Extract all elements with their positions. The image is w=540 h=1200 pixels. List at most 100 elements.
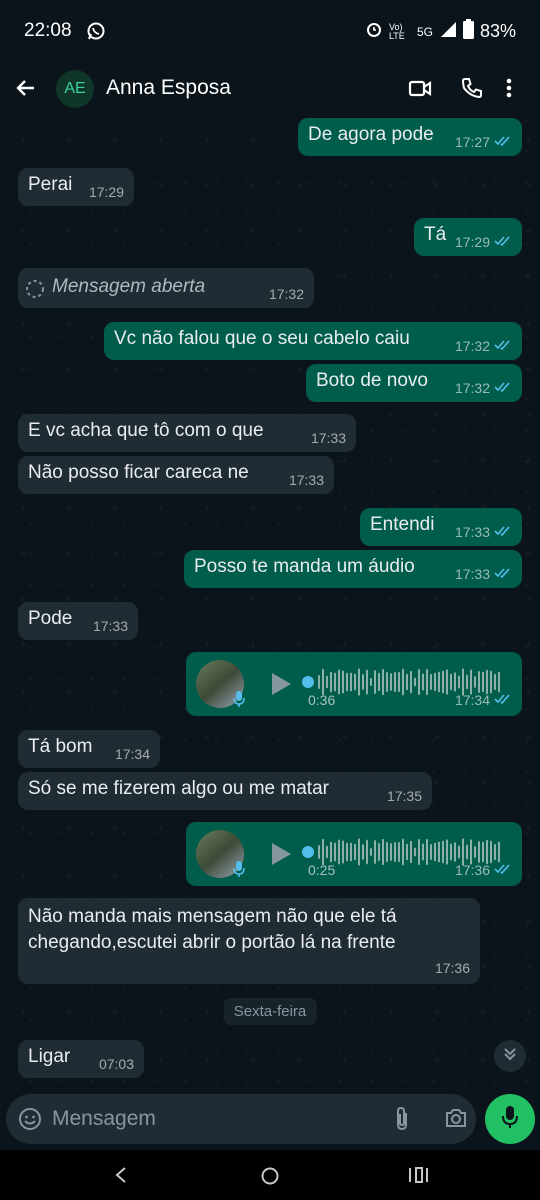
message-bubble-incoming[interactable]: Perai 17:29	[18, 168, 134, 206]
voice-call-icon[interactable]	[460, 76, 484, 105]
waveform-bar	[426, 668, 428, 696]
message-text: Ligar	[28, 1046, 71, 1067]
voice-message-bubble[interactable]: 0:25 17:36	[186, 822, 522, 886]
battery-percent: 83%	[479, 21, 516, 41]
waveform-bar	[454, 672, 456, 692]
message-bubble-incoming[interactable]: Pode 17:33	[18, 602, 138, 640]
playback-scrubber[interactable]	[302, 846, 314, 858]
waveform-bar	[486, 839, 488, 865]
message-composer[interactable]: Mensagem	[6, 1094, 476, 1144]
message-list[interactable]: De agora pode 17:27 Perai 17:29 Tá 17:29…	[0, 116, 540, 1092]
message-text: Posso te manda um áudio	[194, 556, 415, 577]
read-ticks-icon	[494, 862, 512, 878]
message-bubble-outgoing[interactable]: Entendi 17:33	[360, 508, 522, 546]
message-text: Não posso ficar careca ne	[28, 462, 249, 483]
message-bubble-outgoing[interactable]: Boto de novo 17:32	[306, 364, 522, 402]
message-bubble-incoming[interactable]: Não manda mais mensagem não que ele tá c…	[18, 898, 480, 984]
play-icon[interactable]	[270, 842, 292, 872]
playback-scrubber[interactable]	[302, 676, 314, 688]
message-bubble-incoming[interactable]: Só se me fizerem algo ou me matar 17:35	[18, 772, 432, 810]
message-time: 17:35	[386, 788, 422, 804]
waveform-bar	[490, 670, 492, 694]
read-ticks-icon	[494, 524, 512, 540]
message-bubble-incoming[interactable]: E vc acha que tô com o que 17:33	[18, 414, 356, 452]
waveform-bar	[438, 841, 440, 863]
voice-message-bubble[interactable]: 0:36 17:34	[186, 652, 522, 716]
waveform-bar	[470, 839, 472, 865]
waveform-bar	[422, 673, 424, 691]
waveform-bar	[490, 840, 492, 864]
waveform-bar	[446, 839, 448, 865]
status-time: 22:08	[24, 20, 72, 41]
waveform-bar	[338, 669, 340, 695]
waveform-bar	[362, 844, 364, 860]
message-time: 17:29	[454, 234, 490, 250]
message-input[interactable]: Mensagem	[52, 1107, 156, 1131]
waveform-bar	[442, 670, 444, 694]
waveform-bar	[330, 841, 332, 863]
message-time: 17:34	[114, 746, 150, 762]
nav-recents-icon[interactable]	[408, 1166, 428, 1189]
waveform-bar	[430, 843, 432, 861]
waveform-bar	[426, 838, 428, 866]
waveform-bar	[450, 673, 452, 691]
waveform-bar	[346, 672, 348, 692]
video-call-icon[interactable]	[408, 76, 432, 105]
waveform-bar	[414, 847, 416, 857]
waveform-bar	[402, 838, 404, 866]
waveform-bar	[458, 675, 460, 689]
message-bubble-outgoing[interactable]: Tá 17:29	[414, 218, 522, 256]
nav-back-icon[interactable]	[114, 1166, 128, 1189]
waveform-bar	[378, 672, 380, 692]
nav-home-icon[interactable]	[260, 1166, 280, 1191]
message-bubble-incoming[interactable]: Ligar 07:03	[18, 1040, 144, 1078]
view-once-opened-icon	[24, 278, 46, 306]
waveform-bar	[486, 669, 488, 695]
waveform-bar	[498, 671, 500, 693]
camera-icon[interactable]	[444, 1107, 468, 1134]
message-time: 17:33	[454, 524, 490, 540]
waveform-bar	[354, 843, 356, 861]
waveform-bar	[318, 845, 320, 859]
message-bubble-outgoing[interactable]: Posso te manda um áudio 17:33	[184, 550, 522, 588]
message-text: Mensagem aberta	[52, 276, 206, 297]
waveform-bar	[434, 842, 436, 862]
waveform-bar	[430, 673, 432, 691]
waveform-bar	[390, 843, 392, 861]
waveform-bar	[342, 670, 344, 694]
message-bubble-outgoing[interactable]: Vc não falou que o seu cabelo caiu 17:32	[104, 322, 522, 360]
waveform-bar	[386, 672, 388, 692]
waveform-bar	[422, 843, 424, 861]
waveform-bar	[478, 841, 480, 863]
message-time: 17:33	[310, 430, 346, 446]
waveform-bar	[498, 841, 500, 863]
scroll-to-bottom-button[interactable]	[494, 1040, 526, 1072]
voice-record-button[interactable]	[485, 1094, 535, 1144]
play-icon[interactable]	[270, 672, 292, 702]
contact-name[interactable]: Anna Esposa	[106, 76, 231, 100]
waveform-bar	[410, 840, 412, 864]
read-ticks-icon	[494, 338, 512, 354]
message-bubble-incoming[interactable]: Não posso ficar careca ne 17:33	[18, 456, 334, 494]
message-bubble-outgoing[interactable]: De agora pode 17:27	[298, 118, 522, 156]
message-bubble-incoming[interactable]: Tá bom 17:34	[18, 730, 160, 768]
message-time: 17:33	[288, 472, 324, 488]
waveform-bar	[370, 848, 372, 856]
message-text: Pode	[28, 608, 73, 629]
waveform-bar	[406, 673, 408, 691]
more-options-icon[interactable]	[506, 76, 512, 105]
waveform-bar	[418, 838, 420, 866]
message-bubble-incoming[interactable]: Mensagem aberta 17:32	[18, 268, 314, 308]
system-navigation-bar	[0, 1150, 540, 1200]
message-text: Boto de novo	[316, 370, 428, 391]
message-time: 17:33	[454, 566, 490, 582]
message-text: Vc não falou que o seu cabelo caiu	[114, 328, 410, 349]
waveform-bar	[442, 840, 444, 864]
emoji-icon[interactable]	[18, 1107, 42, 1136]
waveform-bar	[466, 844, 468, 860]
message-text: Tá	[424, 224, 447, 245]
contact-avatar[interactable]: AE	[56, 70, 94, 108]
back-arrow-icon[interactable]	[14, 76, 38, 105]
status-bar: 22:08 Vo) LTE 5G 83%	[0, 0, 540, 62]
attach-icon[interactable]	[392, 1106, 412, 1137]
